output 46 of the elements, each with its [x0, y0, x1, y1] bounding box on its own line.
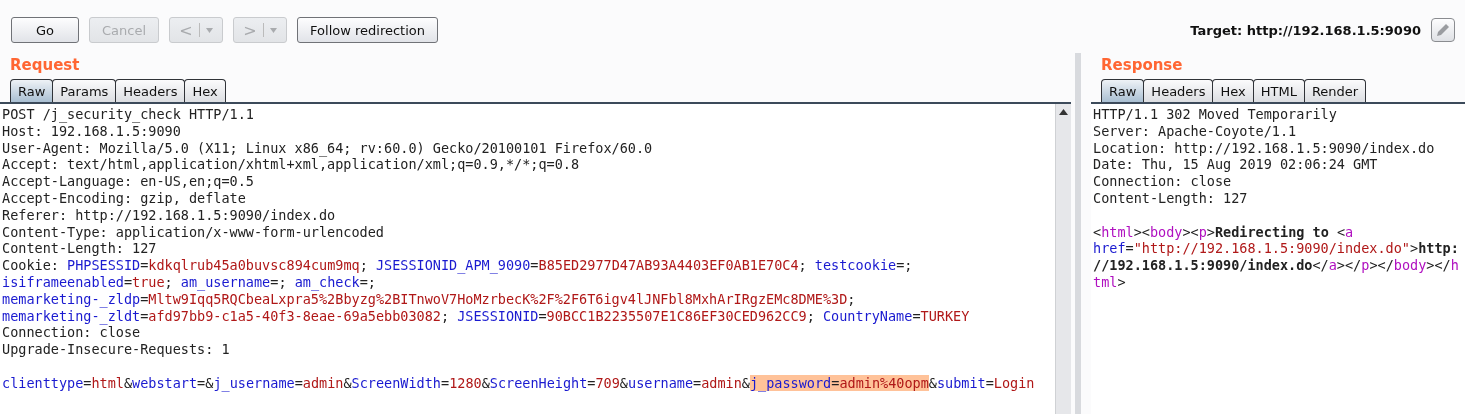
tab[interactable]: Render: [1303, 79, 1367, 102]
toolbar-button[interactable]: Follow redirection: [297, 17, 438, 43]
code-line: POST /j_security_check HTTP/1.1: [2, 106, 255, 123]
code-line: Connection: close: [1093, 173, 1233, 190]
tab[interactable]: Headers: [115, 79, 186, 102]
target-label: Target: http://192.168.1.5:9090: [1190, 22, 1421, 38]
dropdown-caret-icon: [269, 27, 277, 33]
code-line: Referer: http://192.168.1.5:9090/index.do: [2, 206, 337, 224]
code-line: Host: 192.168.1.5:9090: [2, 122, 182, 140]
code-line: Server: Apache-Coyote/1.1: [1093, 122, 1298, 140]
dropdown-caret-icon: [205, 27, 213, 33]
code-line: Upgrade-Insecure-Requests: 1: [2, 341, 231, 358]
scrollbar[interactable]: [1055, 104, 1071, 414]
code-line: //192.168.1.5:9090/index.do</a></p></body></h: [1093, 257, 1460, 274]
tab[interactable]: Params: [52, 79, 117, 102]
code-line: Location: http://192.168.1.5:9090/index.do: [1093, 139, 1436, 157]
code-line: tml>: [1093, 273, 1127, 291]
code-line: User-Agent: Mozilla/5.0 (X11; Linux x86_64; rv:60.0) Gecko/20100101 Firefox/60.0: [2, 139, 654, 157]
code-line: memarketing-_zldt=afd97bb9-c1a5-40f3-8eae-69a5ebb03082; JSESSIONID=90BCC1B2235507E1C86EF30CED962CC9; CountryName=TURKEY: [2, 307, 971, 325]
code-line: Connection: close: [2, 324, 142, 342]
code-line: Date: Thu, 15 Aug 2019 02:06:24 GMT: [1093, 156, 1379, 174]
code-line: clienttype=html&webstart=&j_username=admin&ScreenWidth=1280&ScreenHeight=709&username=admin&j_password=admin%40opm&submit=Login: [2, 374, 1036, 392]
code-line: HTTP/1.1 302 Moved Temporarily: [1093, 106, 1338, 123]
edit-button[interactable]: [1431, 18, 1455, 42]
code-line: memarketing-_zldp=Mltw9Iqq5RQCbeaLxpra5%2Bbyzg%2BITnwoV7HoMzrbecK%2F%2F6T6igv4lJNFbl8MxhArIRgzEMc8DME%3D;: [2, 290, 857, 308]
tab[interactable]: Hex: [1212, 79, 1254, 102]
tab[interactable]: Raw: [10, 79, 54, 102]
code-line: isiframeenabled=true; am_username=; am_check=;: [2, 273, 376, 291]
toolbar-button[interactable]: Go: [11, 17, 79, 43]
scroll-up-icon[interactable]: [1059, 109, 1068, 115]
panel-title: Request: [9, 55, 81, 76]
code-line: Cookie: PHPSESSID=kdkqlrub45a0buvsc894cum9mq; JSESSIONID_APM_9090=B85ED2977D47AB93A4403EF0AB1E70C4; testcookie=;: [2, 257, 914, 274]
tab[interactable]: Raw: [1101, 79, 1145, 102]
tab[interactable]: Headers: [1143, 79, 1214, 102]
code-line: Content-Length: 127: [1093, 190, 1249, 207]
tab[interactable]: Hex: [184, 79, 226, 102]
code-line: Accept: text/html,application/xhtml+xml,application/xml;q=0.9,*/*;q=0.8: [2, 156, 581, 174]
pencil-icon: [1436, 23, 1450, 37]
code-line: Content-Length: 127: [2, 240, 158, 258]
code-line: Content-Type: application/x-www-form-urlencoded: [2, 223, 385, 241]
tab[interactable]: HTML: [1252, 79, 1305, 102]
code-line: Accept-Encoding: gzip, deflate: [2, 190, 247, 207]
code-line: Accept-Language: en-US,en;q=0.5: [2, 173, 255, 190]
panel-title: Response: [1100, 55, 1184, 76]
code-line: href="http://192.168.1.5:9090/index.do">http:: [1093, 240, 1460, 258]
code-line: <html><body><p>Redirecting to <a: [1093, 223, 1355, 241]
